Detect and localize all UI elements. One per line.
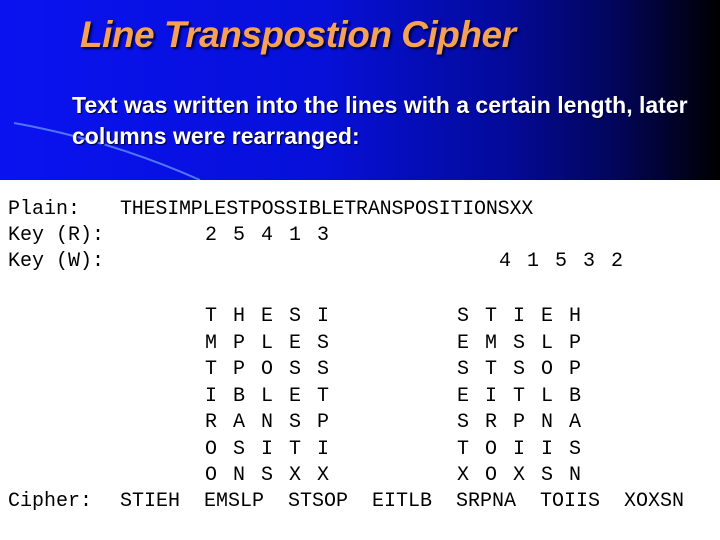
grid-cell: H (568, 305, 581, 328)
grid-cell: S (288, 358, 301, 381)
grid-cell: L (540, 331, 553, 355)
grid-cell: N (232, 464, 245, 487)
plain-label: Plain: (8, 198, 81, 221)
cipher-label: Cipher: (8, 490, 93, 513)
grid-cell: E (456, 384, 469, 408)
grid-cell: B (232, 384, 245, 408)
grid-cell: I (316, 305, 329, 328)
grid-cell: S (456, 411, 469, 434)
grid-cell: E (456, 331, 469, 355)
slide-subtitle: Text was written into the lines with a c… (72, 92, 688, 149)
cipher-group: EMSLP (204, 490, 265, 513)
grid-cell: E (288, 331, 301, 355)
cipher-group: EITLB (372, 490, 433, 513)
grid-cell: T (512, 384, 525, 408)
grid-cell: M (204, 331, 217, 355)
grid-cell: N (568, 464, 581, 487)
grid-cell: I (512, 305, 525, 328)
grid-cell: P (232, 331, 245, 355)
key-read-digit: 4 (260, 224, 273, 247)
grid-cell: E (260, 305, 273, 328)
grid-cell: E (288, 384, 301, 408)
key-write-digit: 4 (498, 250, 511, 273)
grid-cell: B (568, 384, 581, 408)
key-write-label: Key (W): (8, 250, 105, 273)
grid-cell: I (540, 437, 553, 461)
slide-title: Line Transpostion Cipher (80, 14, 516, 55)
grid-cell: T (484, 305, 497, 328)
grid-cell: S (260, 464, 273, 487)
grid-cell: X (456, 464, 469, 487)
key-read-digit: 5 (232, 224, 245, 247)
grid-cell: T (316, 384, 329, 408)
grid-cell: X (512, 464, 525, 487)
grid-cell: O (260, 358, 273, 381)
grid-cell: X (316, 464, 329, 487)
cipher-group: XOXSN (624, 490, 685, 513)
grid-cell: X (288, 464, 301, 487)
key-write-digit: 2 (610, 250, 623, 273)
key-read-label: Key (R): (8, 224, 105, 247)
grid-cell: H (232, 305, 245, 328)
grid-cell: A (568, 411, 581, 434)
grid-cell: I (512, 437, 525, 461)
grid-cell: L (260, 384, 273, 408)
grid-cell: N (260, 411, 273, 434)
grid-cell: P (568, 358, 581, 381)
grid-cell: S (512, 358, 525, 381)
key-write-digit: 5 (554, 250, 567, 273)
grid-cell: S (316, 331, 329, 355)
grid-cell: R (484, 411, 497, 434)
grid-cell: P (232, 358, 245, 381)
grid-cell: I (260, 437, 273, 461)
grid-cell: S (288, 411, 301, 434)
grid-cell: E (540, 305, 553, 328)
grid-cell: P (568, 331, 581, 355)
grid-cell: I (484, 384, 497, 408)
cipher-group: STSOP (288, 490, 349, 513)
grid-cell: O (484, 464, 497, 487)
grid-cell: A (232, 411, 245, 434)
grid-cell: T (204, 305, 217, 328)
grid-cell: P (512, 411, 525, 434)
cipher-demo: Plain: THESIMPLESTPOSSIBLETRANSPOSITIONS… (0, 180, 720, 540)
grid-cell: I (316, 437, 329, 461)
grid-cell: O (484, 437, 497, 461)
grid-cell: T (456, 437, 469, 461)
grid-cell: I (204, 384, 217, 408)
grid-cell: S (316, 358, 329, 381)
grid-cell: S (456, 305, 469, 328)
grid-cell: S (512, 331, 525, 355)
grid-cell: O (540, 358, 553, 381)
grid-cell: L (540, 384, 553, 408)
key-read-digit: 1 (288, 224, 301, 247)
grid-cell: T (484, 358, 497, 381)
key-write-digit: 1 (526, 250, 539, 273)
grid-cell: S (456, 358, 469, 381)
grid-cell: S (232, 437, 245, 461)
grid-cell: T (288, 437, 301, 461)
grid-cell: O (204, 437, 217, 461)
grid-cell: O (204, 464, 217, 487)
plain-text: THESIMPLESTPOSSIBLETRANSPOSITIONSXX (120, 198, 534, 221)
grid-cell: S (288, 305, 301, 328)
grid-cell: T (204, 358, 217, 381)
grid-cell: S (540, 464, 553, 487)
grid-cell: L (260, 331, 273, 355)
slide-header: Line Transpostion Cipher Text was writte… (0, 0, 720, 180)
grid-cell: M (484, 331, 497, 355)
key-write-digit: 3 (582, 250, 595, 273)
grid-cell: N (540, 411, 553, 434)
grid-cell: R (204, 411, 217, 434)
key-read-digit: 3 (316, 224, 329, 247)
grid-cell: P (316, 411, 329, 434)
cipher-group: STIEH (120, 490, 181, 513)
key-read-digit: 2 (204, 224, 217, 247)
cipher-group: SRPNA (456, 490, 517, 513)
cipher-group: TOIIS (540, 490, 601, 513)
grid-cell: S (568, 437, 581, 461)
